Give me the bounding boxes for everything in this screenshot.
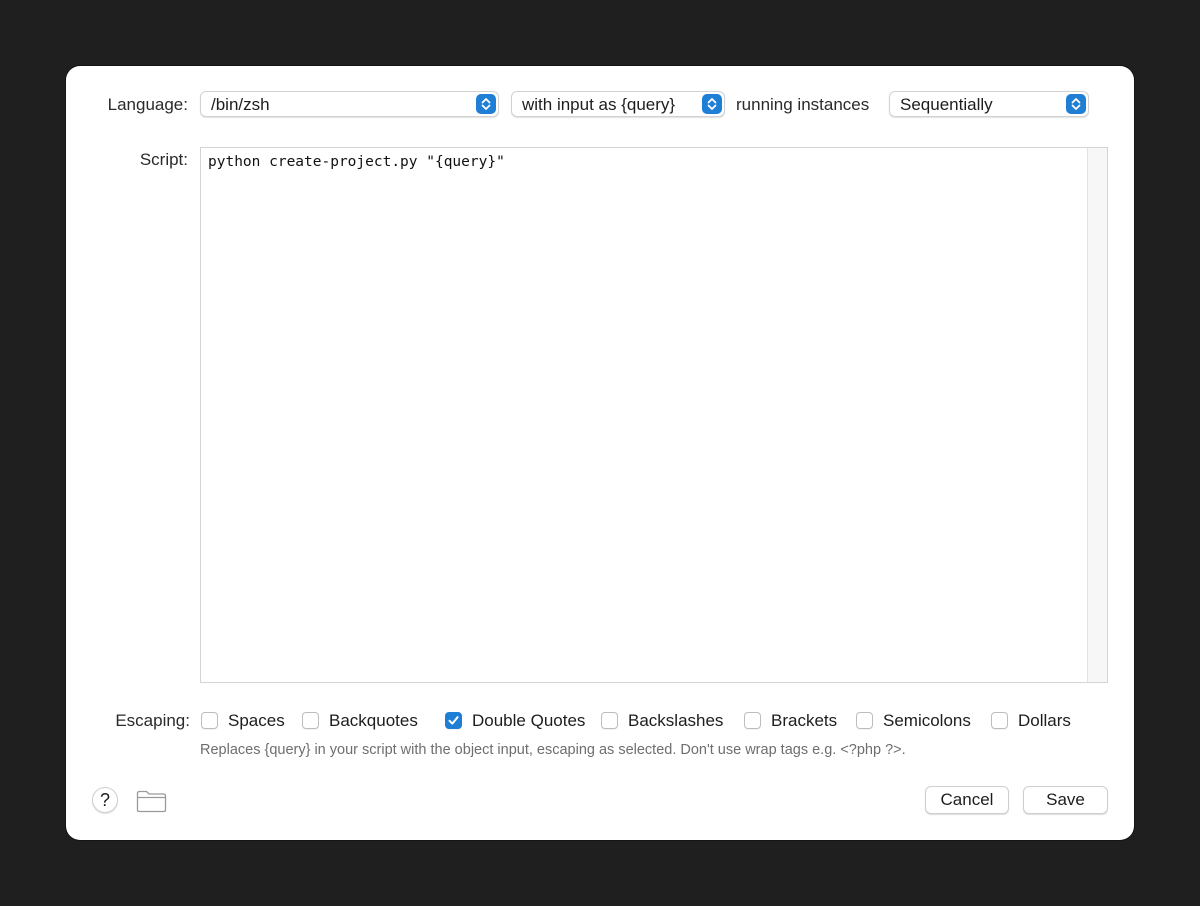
chevron-updown-icon [476,94,496,114]
escape-semicolons-label: Semicolons [883,711,971,730]
language-popup[interactable]: /bin/zsh [200,91,499,117]
running-instances-value: Sequentially [900,95,993,114]
script-label: Script: [139,150,188,169]
folder-icon [136,790,167,813]
escape-backslashes-label: Backslashes [628,711,724,730]
editor-scrollbar[interactable] [1087,148,1107,682]
language-value: /bin/zsh [211,95,270,114]
chevron-updown-icon [1066,94,1086,114]
escape-backquotes-checkbox[interactable] [302,712,319,729]
running-instances-label: running instances [736,95,870,114]
script-editor[interactable]: python create-project.py "{query}" [200,147,1108,683]
language-label: Language: [107,95,188,114]
input-mode-popup[interactable]: with input as {query} [511,91,725,117]
escape-dollars-label: Dollars [1018,711,1071,730]
escape-double-quotes-checkbox[interactable] [445,712,462,729]
escape-double-quotes-label: Double Quotes [472,711,586,730]
escaping-hint: Replaces {query} in your script with the… [200,742,906,758]
running-instances-popup[interactable]: Sequentially [889,91,1089,117]
escape-spaces-label: Spaces [228,711,285,730]
escape-backquotes-label: Backquotes [329,711,418,730]
cancel-button[interactable]: Cancel [925,786,1009,814]
escape-brackets-label: Brackets [771,711,838,730]
folder-button[interactable] [136,789,167,813]
help-button[interactable]: ? [92,787,118,813]
escape-backslashes-checkbox[interactable] [601,712,618,729]
escape-spaces-checkbox[interactable] [201,712,218,729]
question-mark-icon: ? [99,790,110,810]
escaping-label: Escaping: [115,711,190,730]
script-dialog: Language: /bin/zsh with input as {query}… [66,66,1134,840]
script-text[interactable]: python create-project.py "{query}" [208,154,505,170]
input-mode-value: with input as {query} [522,95,676,114]
chevron-updown-icon [702,94,722,114]
escape-brackets-checkbox[interactable] [744,712,761,729]
escape-dollars-checkbox[interactable] [991,712,1008,729]
escape-semicolons-checkbox[interactable] [856,712,873,729]
checkmark-icon [448,716,459,725]
save-button[interactable]: Save [1023,786,1108,814]
